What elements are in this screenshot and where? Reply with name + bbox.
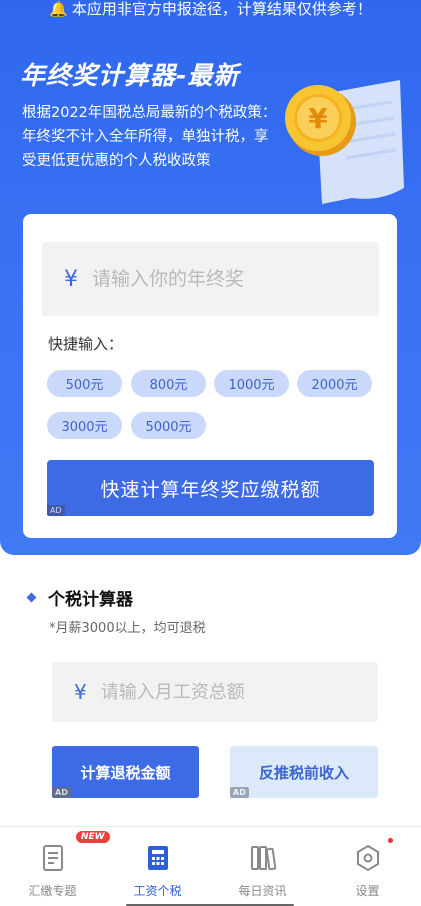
tab-label: 工资个税 — [133, 884, 182, 898]
ad-badge: AD — [230, 787, 249, 798]
bonus-input-field[interactable]: ¥ — [42, 242, 379, 316]
page-title: 年终奖计算器-最新 — [20, 61, 240, 90]
salary-input-field[interactable]: ¥ — [52, 662, 378, 722]
yen-icon: ¥ — [74, 680, 87, 704]
bottom-tab-bar: NEW 汇缴专题 工资个税 每日资讯 设置 — [0, 826, 421, 906]
quick-chip-800[interactable]: 800元 — [131, 370, 206, 397]
hero-description: 根据2022年国税总局最新的个税政策：年终奖不计入全年所得，单独计税，享受更低更… — [22, 105, 277, 169]
tax-section-title: 个税计算器 — [48, 590, 133, 610]
tab-label: 每日资讯 — [238, 884, 287, 898]
bonus-input[interactable] — [92, 268, 352, 290]
ad-badge: AD — [52, 787, 71, 798]
yen-icon: ¥ — [64, 266, 78, 292]
notice-text: 本应用非官方申报途径，计算结果仅供参考！ — [71, 0, 372, 18]
calculate-bonus-tax-button[interactable]: 快速计算年终奖应缴税额 AD — [47, 460, 374, 516]
quick-chip-1000[interactable]: 1000元 — [214, 370, 289, 397]
document-icon — [42, 845, 63, 871]
tab-daily-news[interactable]: 每日资讯 — [210, 827, 315, 906]
quick-chip-500[interactable]: 500元 — [47, 370, 122, 397]
salary-input[interactable] — [100, 681, 351, 703]
quick-chip-2000[interactable]: 2000元 — [297, 370, 372, 397]
calculate-bonus-tax-label: 快速计算年终奖应缴税额 — [100, 478, 321, 501]
hero-banner: 🔔 本应用非官方申报途径，计算结果仅供参考！ 年终奖计算器-最新 根据2022年国… — [0, 0, 421, 555]
calculator-icon — [147, 846, 168, 870]
notification-dot — [388, 838, 393, 843]
bonus-calculator-card: ¥ 快捷输入： 500元 800元 1000元 2000元 3000元 5000… — [23, 214, 397, 538]
calculate-refund-button[interactable]: 计算退税金额 AD — [52, 746, 199, 798]
reverse-income-label: 反推税前收入 — [258, 763, 349, 782]
books-icon — [250, 846, 276, 871]
tab-label: 设置 — [355, 884, 380, 898]
tab-salary-tax[interactable]: 工资个税 — [105, 827, 210, 906]
diamond-bullet-icon — [26, 592, 37, 603]
tab-label: 汇缴专题 — [28, 884, 77, 898]
tax-section-subtitle: *月薪3000以上，均可退税 — [49, 621, 206, 636]
reverse-income-button[interactable]: 反推税前收入 AD — [230, 746, 378, 798]
tab-filing-topics[interactable]: NEW 汇缴专题 — [0, 827, 110, 906]
tab-settings[interactable]: 设置 — [315, 827, 420, 906]
quick-chip-5000[interactable]: 5000元 — [131, 412, 206, 439]
notice-bar: 🔔 本应用非官方申报途径，计算结果仅供参考！ — [0, 0, 421, 22]
quick-input-label: 快捷输入： — [48, 335, 124, 353]
settings-icon — [356, 844, 379, 872]
tax-section-header: 个税计算器 — [26, 585, 133, 610]
calculate-refund-label: 计算退税金额 — [80, 763, 171, 782]
coin-receipt-illustration: ¥ — [285, 80, 404, 204]
quick-chip-3000[interactable]: 3000元 — [47, 412, 122, 439]
bell-icon: 🔔 — [49, 0, 68, 18]
ad-badge: AD — [47, 505, 65, 516]
svg-text:¥: ¥ — [308, 102, 328, 135]
